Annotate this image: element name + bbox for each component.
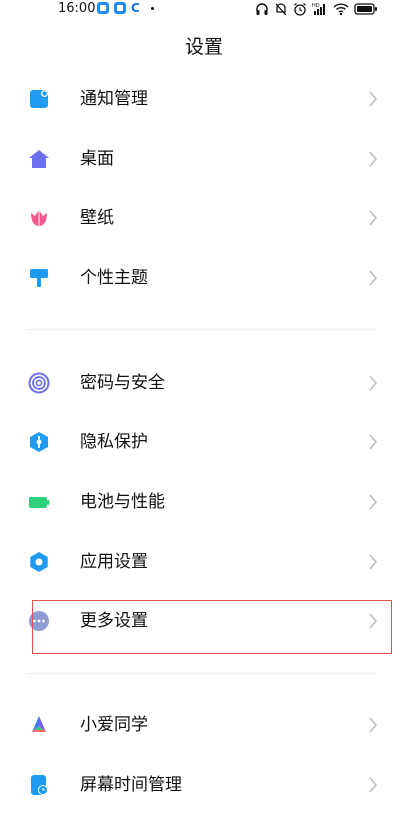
- mute-bell-icon: [275, 3, 287, 16]
- chevron-right-icon: [369, 777, 377, 793]
- home-icon: [28, 148, 50, 170]
- paint-roller-icon: [28, 267, 50, 289]
- battery-icon: [354, 3, 377, 15]
- app-square-icon: [97, 2, 109, 14]
- settings-item-notifications[interactable]: 通知管理: [0, 71, 408, 127]
- chevron-right-icon: [369, 494, 377, 510]
- settings-item-app-settings[interactable]: 应用设置: [0, 534, 408, 590]
- settings-item-battery-performance[interactable]: 电池与性能: [0, 474, 408, 530]
- svg-text:HD: HD: [312, 3, 320, 9]
- settings-item-wallpaper[interactable]: 壁纸: [0, 190, 408, 246]
- system-icons: HD: [255, 1, 378, 17]
- privacy-shield-icon: [28, 431, 50, 453]
- settings-item-desktop[interactable]: 桌面: [0, 131, 408, 187]
- section-divider: [28, 329, 377, 330]
- settings-item-label: 密码与安全: [80, 373, 165, 393]
- app-square-icon: [114, 2, 126, 14]
- chevron-right-icon: [369, 434, 377, 450]
- screen-time-icon: [28, 774, 50, 796]
- settings-item-privacy[interactable]: 隐私保护: [0, 414, 408, 470]
- tulip-icon: [28, 207, 50, 229]
- section-divider: [28, 673, 377, 674]
- notification-icon: [28, 88, 50, 110]
- chevron-right-icon: [369, 375, 377, 391]
- chevron-right-icon: [369, 554, 377, 570]
- headphone-icon: [256, 3, 268, 15]
- settings-item-label: 应用设置: [80, 552, 148, 572]
- status-bar: 16:00 C HD: [0, 0, 408, 22]
- chevron-right-icon: [369, 210, 377, 226]
- settings-item-xiaoai[interactable]: 小爱同学: [0, 697, 408, 753]
- hd-signal-icon: HD: [312, 3, 325, 15]
- settings-item-label: 屏幕时间管理: [80, 775, 182, 795]
- chevron-right-icon: [369, 270, 377, 286]
- settings-item-label: 通知管理: [80, 89, 148, 109]
- settings-item-label: 壁纸: [80, 208, 114, 228]
- settings-item-label: 电池与性能: [80, 492, 165, 512]
- c-app-icon: C: [131, 1, 140, 15]
- chevron-right-icon: [369, 717, 377, 733]
- status-time: 16:00: [58, 1, 96, 16]
- chevron-right-icon: [369, 91, 377, 107]
- settings-item-label: 个性主题: [80, 268, 148, 288]
- dot-icon: [150, 6, 154, 10]
- page-title: 设置: [184, 36, 223, 58]
- notification-icons: C: [97, 2, 154, 14]
- settings-item-themes[interactable]: 个性主题: [0, 250, 408, 306]
- settings-item-label: 隐私保护: [80, 432, 148, 452]
- xiaoai-icon: [28, 714, 50, 736]
- chevron-right-icon: [369, 151, 377, 167]
- settings-item-screen-time[interactable]: 屏幕时间管理: [0, 757, 408, 813]
- fingerprint-icon: [28, 372, 50, 394]
- battery-icon: [28, 491, 50, 513]
- settings-item-password-security[interactable]: 密码与安全: [0, 355, 408, 411]
- settings-item-label: 桌面: [80, 149, 114, 169]
- alarm-icon: [294, 2, 306, 16]
- highlight-box: [32, 600, 392, 654]
- wifi-icon: [333, 3, 349, 16]
- settings-item-label: 小爱同学: [80, 715, 148, 735]
- gear-icon: [28, 551, 50, 573]
